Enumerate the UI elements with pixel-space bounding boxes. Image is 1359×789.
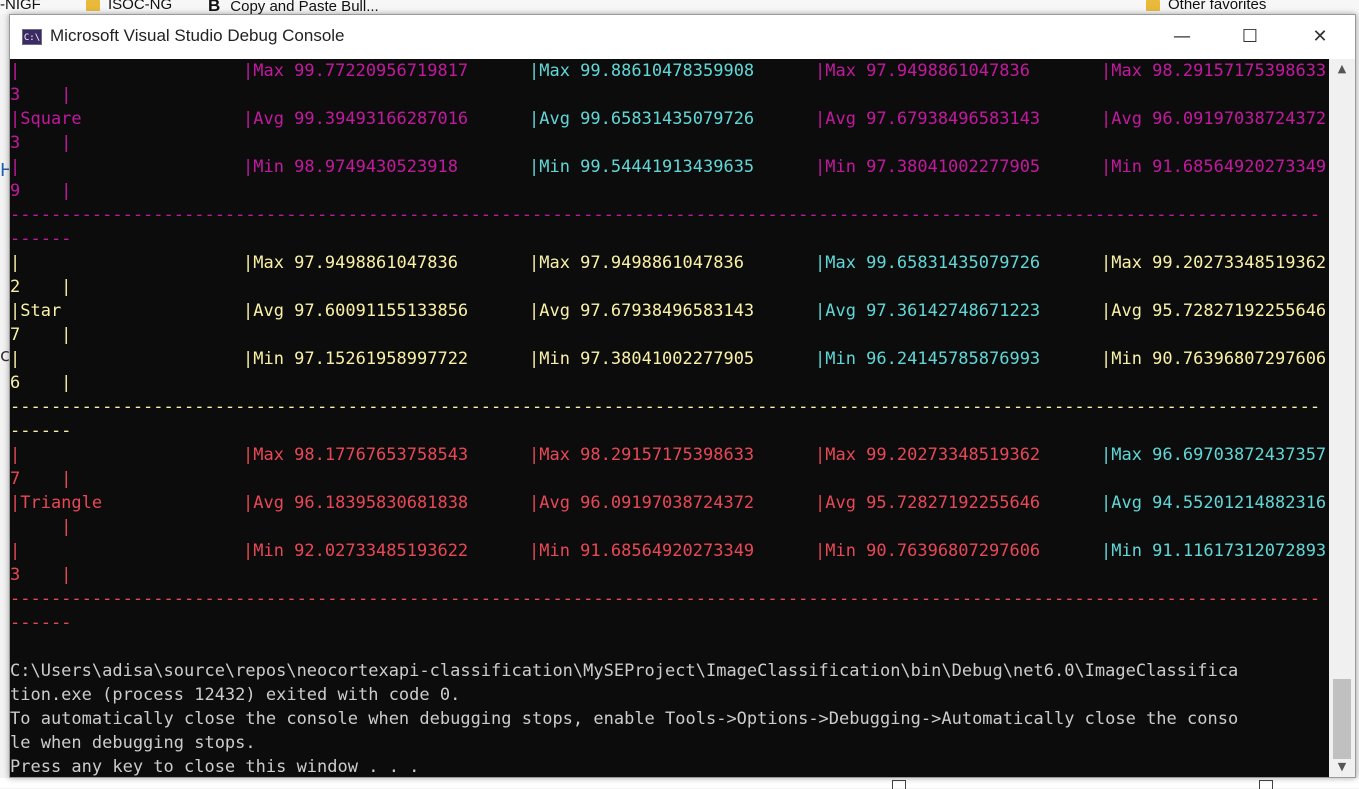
stat-cell: |Max 97.9498861047836 (529, 253, 744, 273)
stat-cell: |Max 97.9498861047836 (815, 61, 1030, 81)
window-title: Microsoft Visual Studio Debug Console (50, 26, 345, 45)
bookmark-isoc-ng-label: ISOC-NG (108, 0, 173, 13)
row-wrap-text: 9 | (10, 181, 72, 201)
browser-bookmarks-bar: -NIGF ISOC-NG B Copy and Paste Bull... Ot… (0, 0, 1359, 14)
stat-cell: |Avg 97.36142748671223 (815, 301, 1041, 321)
row-label: | (10, 157, 21, 177)
stat-cell: |Min 91.11617312072893 (1101, 541, 1327, 561)
console-output[interactable]: | |Max 99.77220956719817 |Max 99.886104783… (10, 59, 1329, 777)
stat-cell: |Avg 96.09197038724372 (529, 493, 755, 513)
debug-console-window: C:\ Microsoft Visual Studio Debug Consol… (9, 14, 1356, 778)
stat-cell: |Avg 97.67938496583143 (815, 109, 1041, 129)
scrollbar-thumb[interactable] (1333, 679, 1351, 759)
stat-cell: |Min 92.02733485193622 (243, 541, 469, 561)
bookmark-partial-label: -NIGF (0, 0, 41, 13)
scroll-down-arrow-icon[interactable]: ▼ (1329, 757, 1355, 777)
folder-icon (86, 0, 100, 11)
folder-icon (1146, 0, 1160, 11)
close-button[interactable]: ✕ (1285, 15, 1355, 59)
stat-cell: |Avg 94.55201214882316 (1101, 493, 1327, 513)
stat-cell: |Avg 97.60091155133856 (243, 301, 469, 321)
row-label: | (10, 349, 21, 369)
footer-text: C:\Users\adisa\source\repos\neocortexapi… (10, 661, 1239, 681)
stat-cell: |Max 98.17767653758543 (243, 445, 469, 465)
row-label: | (10, 445, 21, 465)
stat-cell: |Avg 96.09197038724372 (1101, 109, 1327, 129)
stat-cell: |Max 99.88610478359908 (529, 61, 755, 81)
stat-cell: |Avg 96.18395830681838 (243, 493, 469, 513)
row-wrap-text: 2 | (10, 277, 72, 297)
stat-cell: |Min 91.68564920273349 (529, 541, 755, 561)
row-wrap-text: 3 | (10, 565, 72, 585)
maximize-button[interactable]: ☐ (1215, 15, 1285, 59)
row-wrap-text: 7 | (10, 469, 72, 489)
stat-cell: |Min 99.54441913439635 (529, 157, 755, 177)
row-label: | (10, 253, 21, 273)
footer-text: le when debugging stops. (10, 733, 256, 753)
stat-cell: |Avg 95.72827192255646 (815, 493, 1041, 513)
row-wrap-text: 6 | (10, 373, 72, 393)
bookmark-isoc-ng[interactable]: ISOC-NG (86, 0, 172, 13)
separator-wrap: ------ (10, 229, 72, 249)
row-wrap-text: | (10, 517, 72, 537)
stat-cell: |Max 99.20273348519362 (1101, 253, 1327, 273)
minimize-button[interactable]: — (1147, 15, 1217, 59)
stat-cell: |Min 97.15261958997722 (243, 349, 469, 369)
row-label: |Square (10, 109, 82, 129)
console-app-icon: C:\ (22, 29, 42, 45)
row-wrap-text: 3 | (10, 85, 72, 105)
row-label: | (10, 541, 21, 561)
row-label: |Star (10, 301, 62, 321)
footer-text: Press any key to close this window . . . (10, 757, 420, 777)
stat-cell: |Min 97.38041002277905 (815, 157, 1041, 177)
footer-text: To automatically close the console when … (10, 709, 1239, 729)
separator-wrap: ------ (10, 421, 72, 441)
bookmark-site-icon: B (208, 0, 221, 14)
stat-cell: |Avg 99.39493166287016 (243, 109, 469, 129)
background-taskbar-strip (0, 778, 1359, 788)
stat-cell: |Max 99.20273348519362 (815, 445, 1041, 465)
row-label: |Triangle (10, 493, 103, 513)
vertical-scrollbar[interactable]: ▲ ▼ (1329, 59, 1355, 777)
stat-cell: |Min 91.68564920273349 (1101, 157, 1327, 177)
stat-cell: |Min 90.76396807297606 (815, 541, 1041, 561)
bookmark-other-favorites-label: Other favorites (1168, 0, 1267, 13)
bookmark-copy-paste[interactable]: B Copy and Paste Bull... (208, 0, 379, 14)
bookmark-partial[interactable]: -NIGF (0, 0, 41, 13)
stat-cell: |Avg 97.67938496583143 (529, 301, 755, 321)
title-bar[interactable]: C:\ Microsoft Visual Studio Debug Consol… (10, 15, 1355, 59)
stat-cell: |Min 98.9749430523918 (243, 157, 458, 177)
stat-cell: |Avg 95.72827192255646 (1101, 301, 1327, 321)
scroll-up-arrow-icon[interactable]: ▲ (1329, 59, 1355, 79)
separator: ----------------------------------------… (10, 397, 1321, 417)
stat-cell: |Min 97.38041002277905 (529, 349, 755, 369)
bookmark-other-favorites[interactable]: Other favorites (1146, 0, 1266, 13)
row-wrap-text: 7 | (10, 325, 72, 345)
stat-cell: |Max 96.69703872437357 (1101, 445, 1327, 465)
row-wrap-text: 3 | (10, 133, 72, 153)
separator: ----------------------------------------… (10, 589, 1321, 609)
stat-cell: |Max 98.29157175398633 (1101, 61, 1327, 81)
stat-cell: |Max 99.65831435079726 (815, 253, 1041, 273)
stat-cell: |Max 98.29157175398633 (529, 445, 755, 465)
stat-cell: |Min 90.76396807297606 (1101, 349, 1327, 369)
stat-cell: |Max 97.9498861047836 (243, 253, 458, 273)
footer-text: tion.exe (process 12432) exited with cod… (10, 685, 461, 705)
stat-cell: |Min 96.24145785876993 (815, 349, 1041, 369)
separator: ----------------------------------------… (10, 205, 1321, 225)
row-label: | (10, 61, 21, 81)
stat-cell: |Avg 99.65831435079726 (529, 109, 755, 129)
bookmark-copy-paste-label: Copy and Paste Bull... (230, 0, 379, 14)
separator-wrap: ------ (10, 613, 72, 633)
stat-cell: |Max 99.77220956719817 (243, 61, 469, 81)
